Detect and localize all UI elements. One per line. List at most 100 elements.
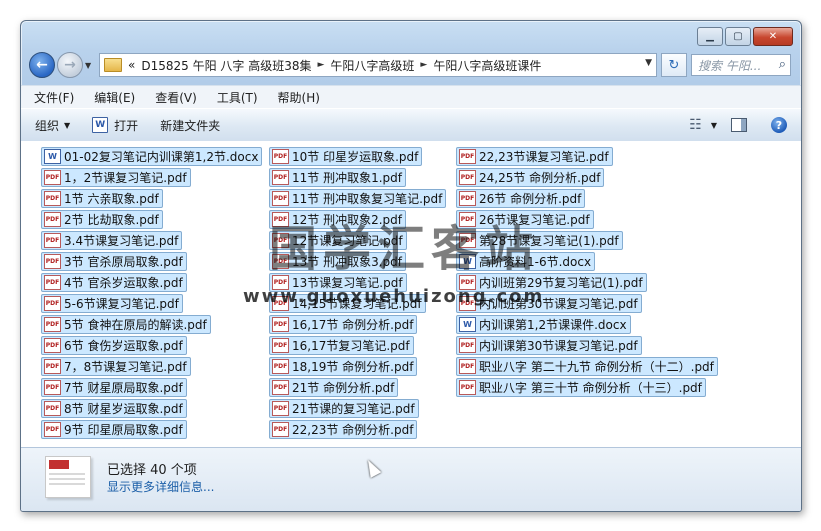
file-item[interactable]: PDF 5-6节课复习笔记.pdf	[41, 294, 183, 313]
file-name: 1，2节课复习笔记.pdf	[64, 171, 187, 185]
pdf-file-icon: PDF	[272, 422, 289, 437]
file-name: 内训班第29节复习笔记(1).pdf	[479, 276, 643, 290]
menu-view[interactable]: 查看(V)	[152, 87, 200, 108]
file-item[interactable]: PDF 11节 刑冲取象复习笔记.pdf	[269, 189, 447, 208]
file-item[interactable]: PDF 26节 命例分析.pdf	[456, 189, 586, 208]
file-item[interactable]: PDF 第28节课复习笔记(1).pdf	[456, 231, 623, 250]
open-button[interactable]: W 打开	[92, 117, 138, 134]
help-icon[interactable]: ?	[771, 117, 787, 133]
pdf-file-icon: PDF	[44, 296, 61, 311]
forward-arrow-icon[interactable]: →	[57, 52, 83, 78]
file-column-1: W 01-02复习笔记内训课第1,2节.docx PDF 1，2节课复习笔记.pdf P…	[41, 147, 263, 441]
file-name: 1节 六亲取象.pdf	[64, 192, 159, 206]
file-item[interactable]: PDF 3.4节课复习笔记.pdf	[41, 231, 183, 250]
file-name: 职业八字 第三十节 命例分析（十三）.pdf	[479, 381, 702, 395]
file-item[interactable]: PDF 21节 命例分析.pdf	[269, 378, 399, 397]
search-icon[interactable]: ⌕	[779, 57, 786, 72]
address-dropdown-icon[interactable]: ▼	[645, 58, 652, 68]
file-item[interactable]: PDF 7，8节课复习笔记.pdf	[41, 357, 191, 376]
file-item[interactable]: PDF 16,17节复习笔记.pdf	[269, 336, 414, 355]
preview-pane-icon[interactable]	[731, 118, 747, 132]
file-item[interactable]: PDF 5节 食神在原局的解读.pdf	[41, 315, 211, 334]
file-name: 内训班第30节课复习笔记.pdf	[479, 297, 638, 311]
file-item[interactable]: PDF 内训班第30节课复习笔记.pdf	[456, 294, 642, 313]
address-bar[interactable]: « D15825 午阳 八字 高级班38集 ► 午阳八字高级班 ► 午阳八字高级…	[99, 53, 657, 77]
file-name: 3节 官杀原局取象.pdf	[64, 255, 183, 269]
view-options-icon[interactable]: ☷	[689, 117, 702, 133]
search-input[interactable]: 搜索 午阳... ⌕	[691, 54, 791, 76]
file-name: 8节 财星岁运取象.pdf	[64, 402, 183, 416]
file-item[interactable]: PDF 职业八字 第二十九节 命例分析（十二）.pdf	[456, 357, 718, 376]
file-item[interactable]: PDF 18,19节 命例分析.pdf	[269, 357, 418, 376]
minimize-button[interactable]: ▁	[697, 27, 723, 46]
file-name: 9节 印星原局取象.pdf	[64, 423, 183, 437]
file-item[interactable]: PDF 26节课复习笔记.pdf	[456, 210, 594, 229]
file-item[interactable]: W 01-02复习笔记内训课第1,2节.docx	[41, 147, 263, 166]
file-name: 11节 刑冲取象复习笔记.pdf	[292, 192, 443, 206]
file-name: 13节课复习笔记.pdf	[292, 276, 403, 290]
address-overflow[interactable]: «	[128, 58, 135, 72]
open-label: 打开	[114, 118, 139, 133]
file-item[interactable]: PDF 12节 刑冲取象2.pdf	[269, 210, 406, 229]
pdf-file-icon: PDF	[459, 233, 476, 248]
menu-help[interactable]: 帮助(H)	[275, 87, 323, 108]
breadcrumb-part-2[interactable]: 午阳八字高级班	[330, 57, 414, 74]
file-item[interactable]: W 高阶资料1-6节.docx	[456, 252, 596, 271]
menu-edit[interactable]: 编辑(E)	[91, 87, 138, 108]
file-item[interactable]: PDF 2节 比劫取象.pdf	[41, 210, 163, 229]
file-item[interactable]: PDF 11节 刑冲取象1.pdf	[269, 168, 406, 187]
file-name: 11节 刑冲取象1.pdf	[292, 171, 402, 185]
file-item[interactable]: PDF 9节 印星原局取象.pdf	[41, 420, 187, 439]
file-name: 13节 刑冲取象3.pdf	[292, 255, 402, 269]
file-item[interactable]: PDF 10节 印星岁运取象.pdf	[269, 147, 423, 166]
file-item[interactable]: PDF 内训班第29节复习笔记(1).pdf	[456, 273, 647, 292]
file-item[interactable]: PDF 职业八字 第三十节 命例分析（十三）.pdf	[456, 378, 706, 397]
refresh-icon[interactable]: ↻	[661, 53, 687, 77]
pdf-file-icon: PDF	[44, 275, 61, 290]
file-item[interactable]: PDF 16,17节 命例分析.pdf	[269, 315, 418, 334]
pdf-file-icon: PDF	[272, 212, 289, 227]
file-name: 第28节课复习笔记(1).pdf	[479, 234, 619, 248]
close-button[interactable]: ✕	[753, 27, 793, 46]
menu-tools[interactable]: 工具(T)	[214, 87, 261, 108]
file-name: 26节课复习笔记.pdf	[479, 213, 590, 227]
file-item[interactable]: PDF 24,25节 命例分析.pdf	[456, 168, 605, 187]
file-item[interactable]: PDF 3节 官杀原局取象.pdf	[41, 252, 187, 271]
file-item[interactable]: W 内训课第1,2节课课件.docx	[456, 315, 631, 334]
file-item[interactable]: PDF 8节 财星岁运取象.pdf	[41, 399, 187, 418]
file-item[interactable]: PDF 7节 财星原局取象.pdf	[41, 378, 187, 397]
file-name: 01-02复习笔记内训课第1,2节.docx	[64, 150, 259, 164]
view-controls: ☷ ▼ ?	[689, 109, 801, 141]
breadcrumb-separator-icon[interactable]: ►	[420, 60, 427, 70]
file-item[interactable]: PDF 21节课的复习笔记.pdf	[269, 399, 419, 418]
view-dropdown-icon[interactable]: ▼	[711, 121, 717, 130]
menu-file[interactable]: 文件(F)	[31, 87, 77, 108]
organize-button[interactable]: 组织 ▼	[35, 117, 70, 134]
maximize-button[interactable]: ▢	[725, 27, 751, 46]
organize-label: 组织	[35, 118, 60, 133]
file-name: 5-6节课复习笔记.pdf	[64, 297, 179, 311]
breadcrumb-part-1[interactable]: D15825 午阳 八字 高级班38集	[141, 57, 311, 74]
file-item[interactable]: PDF 1节 六亲取象.pdf	[41, 189, 163, 208]
file-item[interactable]: PDF 13节课复习笔记.pdf	[269, 273, 407, 292]
pdf-file-icon: PDF	[272, 170, 289, 185]
show-more-details-link[interactable]: 显示更多详细信息...	[107, 478, 214, 495]
file-item[interactable]: PDF 12节课复习笔记.pdf	[269, 231, 407, 250]
file-item[interactable]: PDF 14,15节课复习笔记.pdf	[269, 294, 426, 313]
breadcrumb-separator-icon[interactable]: ►	[317, 60, 324, 70]
new-folder-button[interactable]: 新建文件夹	[160, 117, 220, 134]
file-item[interactable]: PDF 4节 官杀岁运取象.pdf	[41, 273, 187, 292]
back-arrow-icon[interactable]: ←	[29, 52, 55, 78]
file-name: 内训课第30节课复习笔记.pdf	[479, 339, 638, 353]
file-item[interactable]: PDF 1，2节课复习笔记.pdf	[41, 168, 191, 187]
file-item[interactable]: PDF 内训课第30节课复习笔记.pdf	[456, 336, 642, 355]
file-item[interactable]: PDF 22,23节课复习笔记.pdf	[456, 147, 613, 166]
pdf-file-icon: PDF	[44, 254, 61, 269]
chevron-down-icon: ▼	[64, 120, 71, 130]
breadcrumb-part-3[interactable]: 午阳八字高级班课件	[433, 57, 541, 74]
file-item[interactable]: PDF 13节 刑冲取象3.pdf	[269, 252, 406, 271]
file-item[interactable]: PDF 22,23节 命例分析.pdf	[269, 420, 418, 439]
pdf-file-icon: PDF	[459, 191, 476, 206]
recent-pages-dropdown[interactable]: ▼	[85, 61, 95, 70]
file-item[interactable]: PDF 6节 食伤岁运取象.pdf	[41, 336, 187, 355]
